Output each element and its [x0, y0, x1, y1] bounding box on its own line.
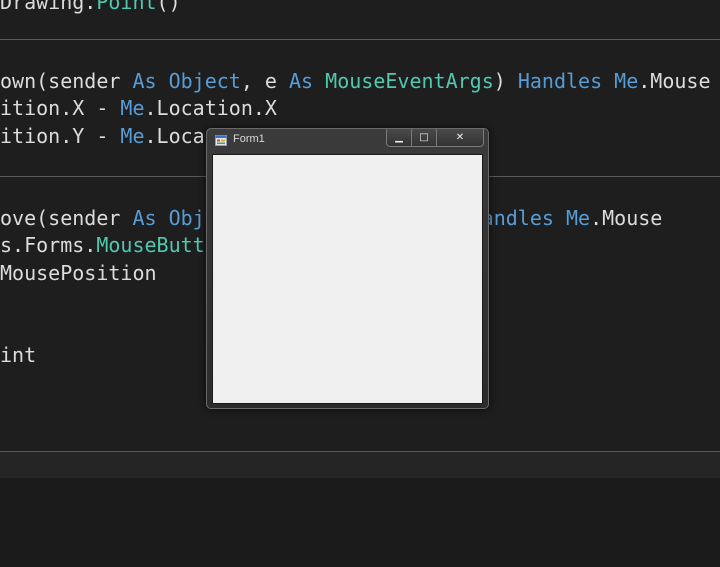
- code-line-8: int: [0, 343, 37, 367]
- code-line-1: Drawing.Point(): [0, 0, 181, 14]
- window-title: Form1: [233, 133, 265, 145]
- close-icon: ✕: [455, 132, 465, 143]
- window-controls: ▁ □ ✕: [386, 129, 484, 147]
- separator-line: [0, 39, 720, 40]
- editor-current-line-band: [0, 452, 720, 478]
- maximize-icon: □: [419, 132, 429, 143]
- form1-window[interactable]: Form1 ▁ □ ✕: [206, 128, 489, 409]
- form-app-icon: [215, 135, 227, 146]
- minimize-button[interactable]: ▁: [387, 129, 412, 146]
- code-line-3: ition.X - Me.Location.X: [0, 96, 277, 120]
- code-line-4: ition.Y - Me.Loca: [0, 124, 205, 148]
- editor-bottom-area: [0, 478, 720, 567]
- maximize-button[interactable]: □: [412, 129, 437, 146]
- close-button[interactable]: ✕: [437, 129, 483, 146]
- code-line-2: own(sender As Object, e As MouseEventArg…: [0, 69, 711, 93]
- code-line-6: s.Forms.MouseButt: [0, 233, 205, 257]
- minimize-icon: ▁: [395, 132, 403, 143]
- form-client-area[interactable]: [212, 154, 483, 404]
- code-line-7: MousePosition: [0, 261, 157, 285]
